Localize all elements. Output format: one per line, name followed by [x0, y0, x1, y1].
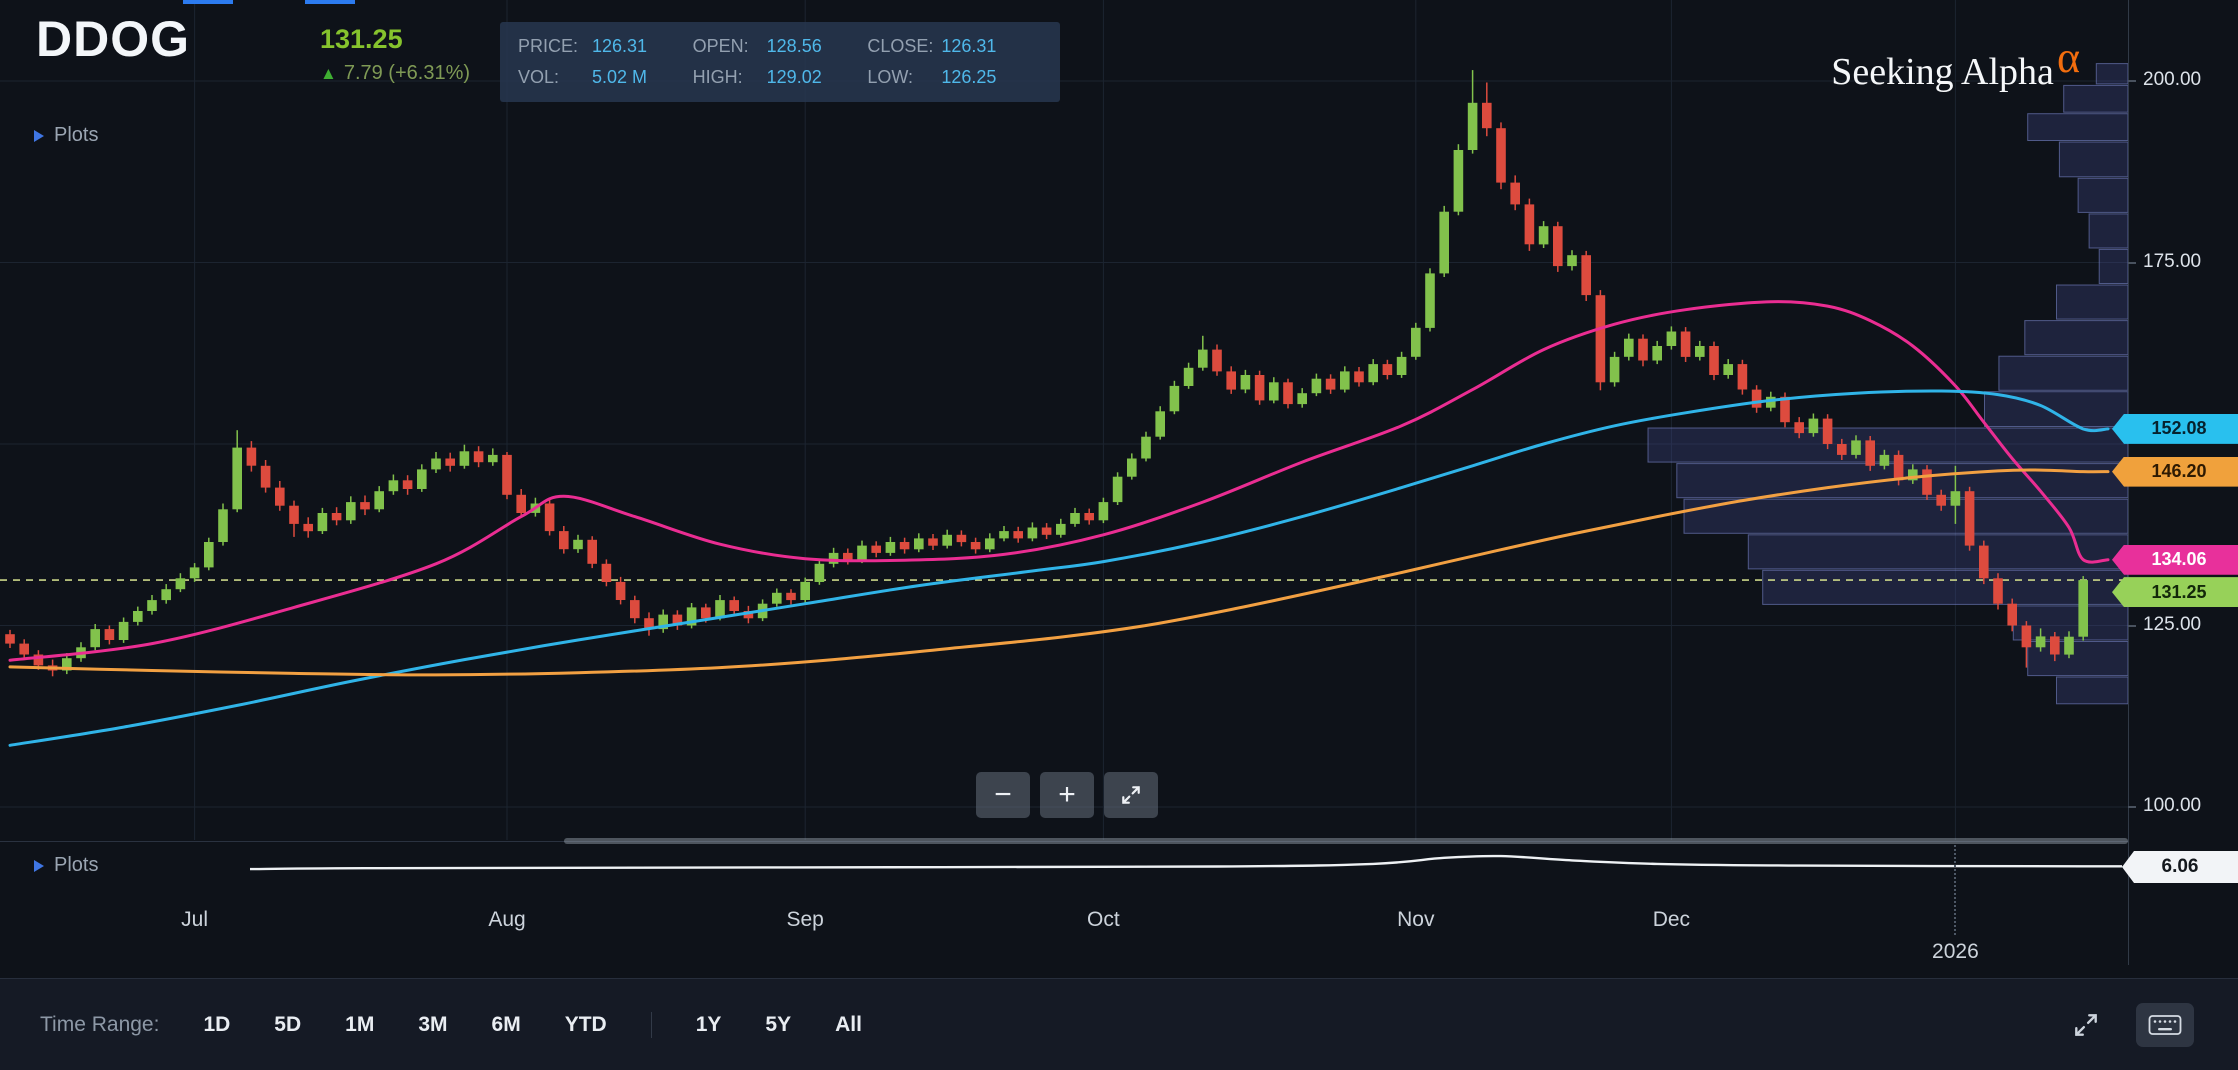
time-range-5y[interactable]: 5Y — [765, 1013, 791, 1037]
keyboard-shortcuts-button[interactable] — [2136, 1002, 2194, 1047]
zoom-controls: − + — [976, 772, 1158, 818]
reset-zoom-button[interactable] — [1104, 772, 1158, 818]
plots-label: Plots — [54, 124, 99, 146]
lower-plot — [249, 854, 2123, 871]
price-change-text: 7.79 (+6.31%) — [343, 62, 471, 84]
plots-label: Plots — [54, 854, 99, 876]
fullscreen-icon — [2075, 1013, 2097, 1036]
x-axis-label-Oct: Oct — [1087, 908, 1120, 931]
x-axis-label-Sep: Sep — [786, 908, 824, 931]
x-axis-label-Aug: Aug — [488, 908, 526, 931]
plots-toggle-bottom[interactable]: Plots — [34, 854, 113, 877]
info-high: HIGH: 129.02 — [692, 67, 822, 87]
info-open: OPEN: 128.56 — [692, 36, 822, 56]
volume-profile — [1647, 63, 2129, 705]
logo-text: Seeking Alpha — [1831, 51, 2054, 93]
info-vol: VOL: 5.02 M — [518, 67, 648, 87]
time-range-1d[interactable]: 1D — [203, 1013, 230, 1037]
keyboard-icon — [2148, 1014, 2182, 1035]
time-range-3m[interactable]: 3M — [418, 1013, 447, 1037]
ohlc-info-panel: PRICE: 126.31 OPEN: 128.56 CLOSE: 126.31 VOL: 5… — [500, 22, 1060, 102]
time-range-1m[interactable]: 1M — [345, 1013, 374, 1037]
top-accent-bar-1 — [183, 0, 233, 4]
fullscreen-button[interactable] — [2072, 1011, 2100, 1039]
lower-plot-value-tag: 6.06 — [2122, 851, 2238, 883]
time-range-6m[interactable]: 6M — [492, 1013, 521, 1037]
info-price: PRICE: 126.31 — [518, 36, 648, 56]
info-close: CLOSE: 126.31 — [867, 36, 997, 56]
x-axis-label-Jul: Jul — [181, 908, 209, 931]
bottom-toolbar: Time Range: 1D 5D 1M 3M 6M YTD 1Y 5Y All — [0, 978, 2238, 1070]
price-axis-line — [2128, 0, 2129, 965]
last-price: 131.25 — [320, 24, 403, 54]
toolbar-divider — [650, 1011, 652, 1038]
time-range-1y[interactable]: 1Y — [696, 1013, 722, 1037]
up-arrow-icon: ▲ — [320, 63, 337, 83]
expand-diagonal-icon — [1122, 786, 1140, 804]
alpha-glyph: α — [2056, 33, 2080, 82]
time-range-buttons: 1D 5D 1M 3M 6M YTD 1Y 5Y All — [203, 1011, 862, 1038]
x-axis-label-2026: 2026 — [1932, 940, 1979, 963]
time-range-label: Time Range: — [40, 1012, 160, 1036]
time-range-all[interactable]: All — [835, 1013, 862, 1037]
symbol-ticker: DDOG — [36, 11, 190, 67]
toolbar-right-icons — [2072, 979, 2194, 1070]
lower-plot-line — [249, 854, 2123, 871]
price-change-row: ▲ 7.79 (+6.31%) — [320, 62, 470, 85]
plots-toggle-top[interactable]: Plots — [34, 124, 98, 147]
seeking-alpha-chart-app: 200.00 175.00 125.00 100.00 Jul Aug Sep Oct Nov… — [0, 0, 2238, 1070]
seeking-alpha-logo: Seeking Alphaα — [1831, 33, 2080, 95]
x-axis-label-Dec: Dec — [1652, 908, 1691, 931]
disclosure-triangle-icon — [34, 859, 44, 872]
time-range-ytd[interactable]: YTD — [565, 1013, 607, 1037]
disclosure-triangle-icon — [34, 129, 44, 142]
zoom-in-button[interactable]: + — [1040, 772, 1094, 818]
top-accent-bar-2 — [305, 0, 355, 4]
time-range-5d[interactable]: 5D — [274, 1013, 301, 1037]
x-axis-label-Nov: Nov — [1397, 908, 1435, 931]
main-chart[interactable] — [0, 0, 2238, 840]
info-low: LOW: 126.25 — [867, 67, 997, 87]
zoom-out-button[interactable]: − — [976, 772, 1030, 818]
